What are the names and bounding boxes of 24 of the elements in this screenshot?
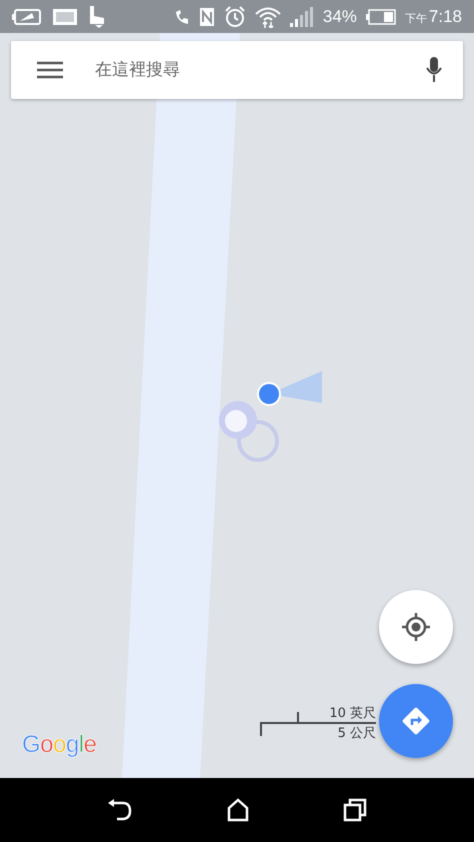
- back-icon[interactable]: [107, 799, 133, 821]
- battery-percent: 34%: [322, 6, 357, 26]
- image-icon: [52, 8, 78, 26]
- recent-apps-icon[interactable]: [343, 798, 367, 822]
- home-icon[interactable]: [227, 798, 249, 822]
- time-period: 下午: [404, 10, 427, 26]
- search-bar[interactable]: 在這裡搜尋: [11, 41, 463, 99]
- google-logo: Google: [22, 731, 96, 759]
- signal-icon: [290, 6, 314, 26]
- clock-time: 7:18: [428, 6, 462, 26]
- menu-icon[interactable]: [37, 61, 63, 79]
- battery-icon: [366, 8, 396, 24]
- nfc-icon: [198, 6, 215, 26]
- app-icon: [88, 6, 106, 28]
- search-field[interactable]: 在這裡搜尋: [67, 56, 401, 84]
- crosshair-icon[interactable]: [401, 612, 431, 642]
- microphone-icon[interactable]: [425, 57, 443, 83]
- phone-icon: [174, 8, 190, 26]
- scale-label: 10 英尺: [329, 706, 376, 722]
- scale-label: 5 公尺: [338, 726, 376, 742]
- wifi-icon: [254, 6, 281, 28]
- ghost-marker-icon: [217, 399, 281, 464]
- battery-saver-icon: [12, 8, 42, 26]
- alarm-icon: [224, 6, 246, 28]
